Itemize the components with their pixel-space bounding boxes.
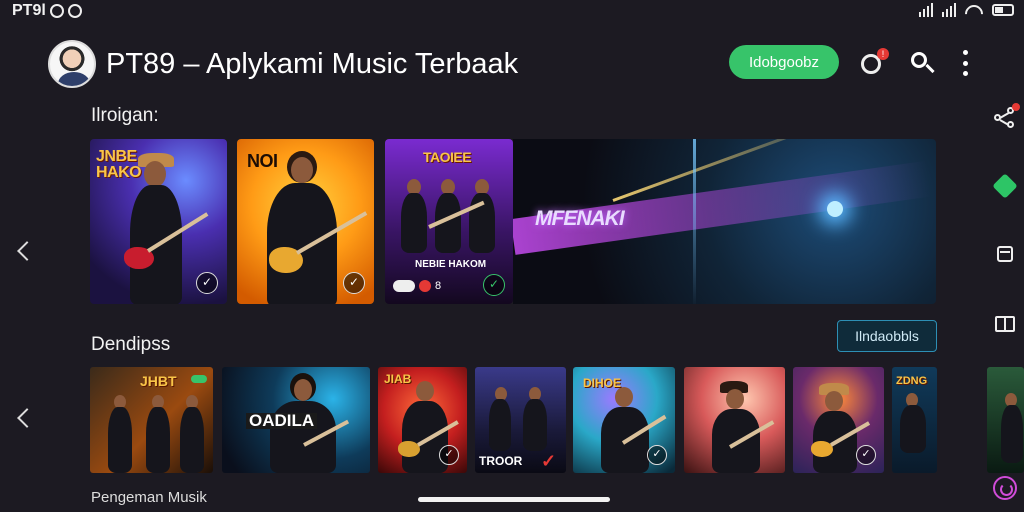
- tag-icon[interactable]: [992, 173, 1018, 199]
- home-indicator[interactable]: [418, 497, 610, 502]
- thumb-card[interactable]: DIHOE ✓: [573, 367, 675, 473]
- archive-icon[interactable]: [994, 242, 1016, 264]
- thumb-card[interactable]: [684, 367, 785, 473]
- featured-card[interactable]: NOI ✓: [237, 139, 374, 304]
- check-icon[interactable]: ✓: [343, 272, 365, 294]
- thumb-caption: ZDNG: [896, 375, 928, 387]
- card-subcaption: NEBIE HAKOM: [415, 259, 487, 270]
- thumb-card[interactable]: JHBT: [90, 367, 213, 473]
- check-icon[interactable]: ✓: [196, 272, 218, 294]
- thumb-caption: JHBT: [140, 373, 177, 389]
- card-controls: 8: [393, 280, 441, 292]
- primary-action-button[interactable]: Idobgoobz: [729, 45, 839, 79]
- footer-label: Pengeman Musik: [91, 489, 207, 506]
- check-icon[interactable]: ✓: [647, 445, 667, 465]
- thumb-card[interactable]: ✓: [793, 367, 884, 473]
- chevron-left-icon[interactable]: [12, 236, 34, 266]
- status-right: [919, 3, 1014, 17]
- status-bar: PT9l: [0, 0, 1024, 22]
- featured-section-title: Ilroigan:: [91, 105, 159, 126]
- thumb-card[interactable]: ZDNG: [892, 367, 937, 473]
- thumb-card[interactable]: JIAB ✓: [378, 367, 467, 473]
- record-icon[interactable]: [419, 280, 431, 292]
- checkmark-red-icon: ✓: [541, 451, 557, 471]
- thumb-card[interactable]: OADILA: [222, 367, 370, 473]
- check-icon[interactable]: ✓: [483, 274, 505, 296]
- signal-icon: [919, 3, 933, 17]
- chevron-left-icon[interactable]: [12, 403, 34, 433]
- more-options-icon[interactable]: [960, 50, 970, 76]
- thumb-card[interactable]: TROOR ✓: [475, 367, 566, 473]
- app-title: PT89 – Aplykami Music Terbaak: [106, 48, 519, 80]
- thumb-caption: JIAB: [384, 372, 412, 386]
- avatar[interactable]: [48, 40, 96, 88]
- refresh-icon[interactable]: [993, 476, 1017, 500]
- wifi-icon: [965, 3, 983, 17]
- toggle-pill-icon[interactable]: [393, 280, 415, 292]
- thumb-caption: DIHOE: [583, 376, 622, 390]
- book-icon[interactable]: [994, 312, 1016, 334]
- status-clock-icon: [67, 4, 82, 18]
- banner-title: MFENAKI: [535, 207, 625, 230]
- thumb-card-partial[interactable]: [987, 367, 1024, 473]
- badge-icon: [191, 375, 207, 383]
- check-icon[interactable]: ✓: [856, 445, 876, 465]
- signal-bars-icon: [942, 3, 956, 17]
- featured-card[interactable]: TAOIEE NEBIE HAKOM 8 ✓: [385, 139, 513, 304]
- card-count: 8: [435, 280, 442, 292]
- battery-icon: [992, 4, 1014, 16]
- card-caption: JNBE HAKO: [96, 148, 142, 181]
- see-all-button[interactable]: Ilndaobbls: [837, 320, 937, 352]
- check-icon[interactable]: ✓: [439, 445, 459, 465]
- card-caption: NOI: [247, 151, 278, 171]
- second-section-title: Dendipss: [91, 334, 171, 355]
- thumb-caption: TROOR: [479, 454, 523, 468]
- notification-badge: !: [877, 48, 889, 60]
- featured-card[interactable]: JNBE HAKO ✓: [90, 139, 227, 304]
- status-left: PT9l: [12, 2, 82, 20]
- thumb-caption: OADILA: [246, 412, 318, 429]
- status-circle-icon: [49, 4, 64, 18]
- search-icon[interactable]: [909, 50, 935, 76]
- share-icon[interactable]: [994, 103, 1020, 129]
- status-carrier-text: PT9l: [12, 2, 46, 19]
- notification-icon[interactable]: !: [859, 48, 889, 76]
- card-caption: TAOIEE: [423, 149, 472, 165]
- featured-banner[interactable]: MFENAKI: [513, 139, 936, 304]
